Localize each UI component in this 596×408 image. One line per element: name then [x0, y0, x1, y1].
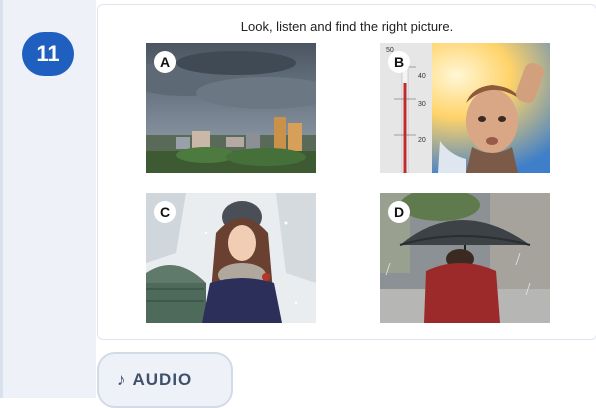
option-c-letter: C [154, 201, 176, 223]
option-a-letter: A [154, 51, 176, 73]
option-d-picture[interactable]: D [380, 193, 550, 323]
thermometer-tick-30: 30 [418, 101, 426, 108]
question-number-badge: 11 [22, 32, 74, 76]
question-card: Look, listen and find the right picture. [97, 4, 596, 340]
audio-button[interactable]: ♪ AUDIO [97, 352, 233, 408]
option-b-letter: B [388, 51, 410, 73]
option-d-letter: D [388, 201, 410, 223]
thermometer-tick-40: 40 [418, 73, 426, 80]
thermometer-tick-50: 50 [386, 47, 394, 54]
option-c-picture[interactable]: C [146, 193, 316, 323]
audio-button-label: AUDIO [132, 370, 193, 389]
option-a-picture[interactable]: A [146, 43, 316, 173]
thermometer-tick-20: 20 [418, 137, 426, 144]
music-note-icon: ♪ [117, 370, 127, 389]
option-b-picture[interactable]: B 50 40 30 20 [380, 43, 550, 173]
question-prompt: Look, listen and find the right picture. [240, 19, 454, 34]
